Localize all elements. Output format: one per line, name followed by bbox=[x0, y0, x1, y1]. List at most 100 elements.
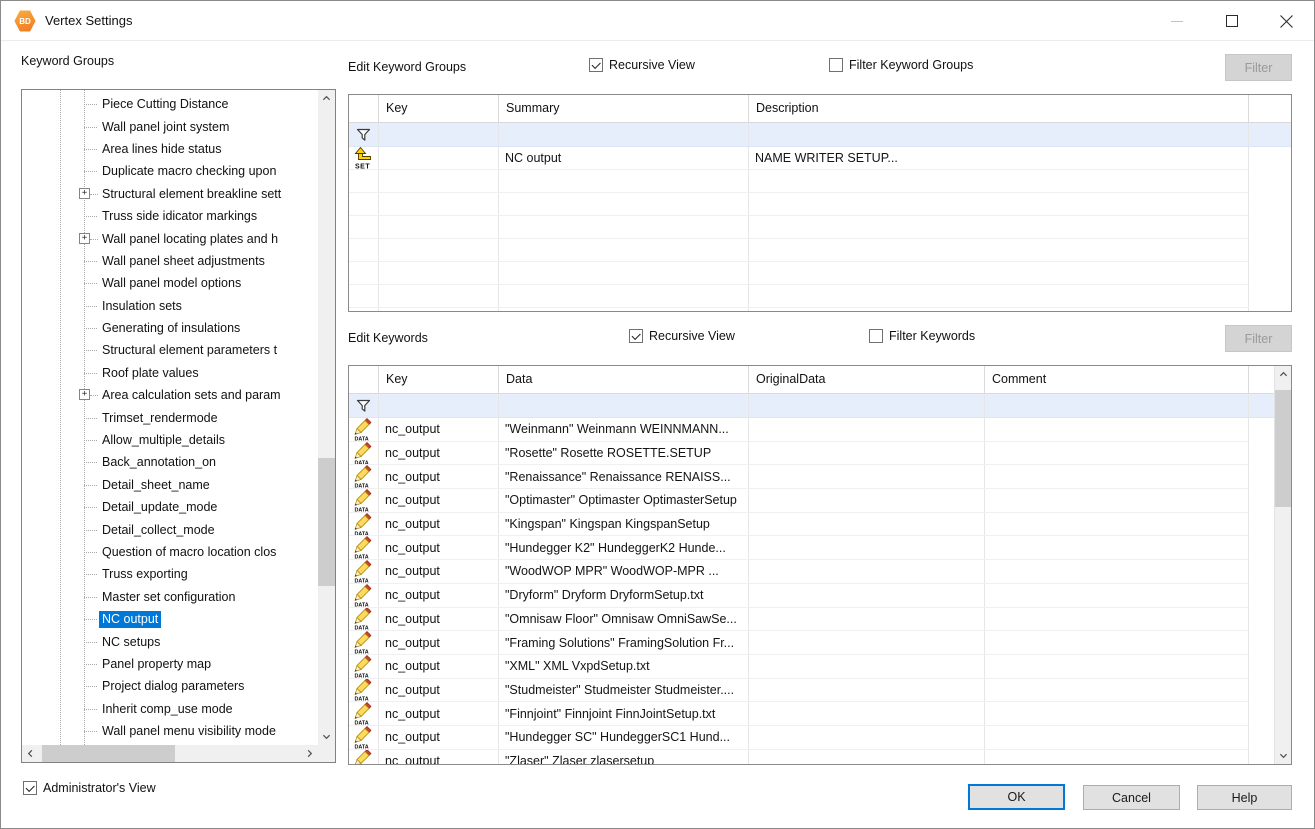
tree-item[interactable]: NC setups bbox=[22, 630, 318, 652]
table-row[interactable]: DATAnc_output"XML" XML VxpdSetup.txt bbox=[349, 655, 1249, 679]
scrollbar-thumb[interactable] bbox=[318, 458, 335, 586]
row-icon-cell bbox=[349, 123, 379, 146]
table-row[interactable]: DATAnc_output"WoodWOP MPR" WoodWOP-MPR .… bbox=[349, 560, 1249, 584]
tree-item[interactable]: Wall panel joint system bbox=[22, 115, 318, 137]
cancel-button[interactable]: Cancel bbox=[1083, 785, 1180, 810]
scroll-up-button[interactable] bbox=[1275, 366, 1292, 383]
tree-item[interactable]: Detail_collect_mode bbox=[22, 518, 318, 540]
filter-keywords-button[interactable]: Filter bbox=[1225, 325, 1292, 352]
cell-summary bbox=[499, 170, 749, 192]
checkbox-icon bbox=[869, 329, 883, 343]
tree-item[interactable]: NC output bbox=[22, 608, 318, 630]
cell-original_data bbox=[749, 394, 985, 417]
minimize-button[interactable] bbox=[1149, 1, 1204, 41]
recursive-view-groups-checkbox[interactable]: Recursive View bbox=[589, 58, 695, 72]
filter-keyword-groups-checkbox[interactable]: Filter Keyword Groups bbox=[829, 58, 973, 72]
tree-item[interactable]: Insulation sets bbox=[22, 295, 318, 317]
filter-row[interactable] bbox=[349, 123, 1291, 147]
table-row[interactable]: DATAnc_output"Renaissance" Renaissance R… bbox=[349, 465, 1249, 489]
table-row[interactable]: DATAnc_output"Studmeister" Studmeister S… bbox=[349, 679, 1249, 703]
tree-item[interactable]: Project dialog parameters bbox=[22, 675, 318, 697]
column-header-data[interactable]: Data bbox=[499, 366, 749, 394]
titlebar[interactable]: BD Vertex Settings bbox=[1, 1, 1314, 41]
recursive-view-keywords-checkbox[interactable]: Recursive View bbox=[629, 329, 735, 343]
column-header-summary[interactable]: Summary bbox=[499, 95, 749, 123]
scrollbar-thumb[interactable] bbox=[1275, 390, 1292, 507]
table-row[interactable]: DATAnc_output"Weinmann" Weinmann WEINNMA… bbox=[349, 418, 1249, 442]
edit-keyword-groups-label: Edit Keyword Groups bbox=[348, 60, 466, 74]
table-row[interactable]: DATAnc_output"Kingspan" Kingspan Kingspa… bbox=[349, 513, 1249, 537]
tree-item[interactable]: Question of macro location clos bbox=[22, 541, 318, 563]
tree-item[interactable]: Structural element parameters t bbox=[22, 339, 318, 361]
tree-item[interactable]: Wall panel menu visibility mode bbox=[22, 720, 318, 742]
filter-keywords-checkbox[interactable]: Filter Keywords bbox=[869, 329, 975, 343]
table-row[interactable]: DATAnc_output"Hundegger K2" HundeggerK2 … bbox=[349, 536, 1249, 560]
filter-row[interactable] bbox=[349, 394, 1274, 418]
table-row[interactable]: DATAnc_output"Zlaser" Zlaser zlasersetup bbox=[349, 750, 1249, 764]
table-row[interactable]: DATAnc_output"Finnjoint" Finnjoint FinnJ… bbox=[349, 702, 1249, 726]
tree-item[interactable]: Piece Cutting Distance bbox=[22, 93, 318, 115]
ok-button[interactable]: OK bbox=[968, 784, 1065, 810]
tree-item[interactable]: Panel property map bbox=[22, 653, 318, 675]
scroll-left-button[interactable] bbox=[22, 745, 39, 762]
table-row[interactable]: SETNC outputNAME WRITER SETUP... bbox=[349, 147, 1249, 170]
table-row[interactable]: DATAnc_output"Hundegger SC" HundeggerSC1… bbox=[349, 726, 1249, 750]
tree-item[interactable]: Wall panel locating plates and h bbox=[22, 227, 318, 249]
keywords-vertical-scrollbar[interactable] bbox=[1274, 366, 1291, 764]
expand-plus-icon[interactable] bbox=[79, 233, 90, 244]
column-header-description[interactable]: Description bbox=[749, 95, 1249, 123]
tree-item[interactable]: Area calculation sets and param bbox=[22, 384, 318, 406]
column-header-originaldata[interactable]: OriginalData bbox=[749, 366, 985, 394]
svg-text:DATA: DATA bbox=[354, 650, 368, 654]
tree-item[interactable]: Detail_update_mode bbox=[22, 496, 318, 518]
table-row[interactable]: DATAnc_output"Omnisaw Floor" Omnisaw Omn… bbox=[349, 608, 1249, 632]
tree-item[interactable]: Roof plate values bbox=[22, 362, 318, 384]
tree-horizontal-scrollbar[interactable] bbox=[22, 745, 318, 762]
tree-connector bbox=[84, 418, 97, 419]
tree-item[interactable]: Duplicate macro checking upon bbox=[22, 160, 318, 182]
scroll-down-button[interactable] bbox=[318, 728, 335, 745]
table-row[interactable]: DATAnc_output"Framing Solutions" Framing… bbox=[349, 631, 1249, 655]
cell-key bbox=[379, 239, 499, 261]
tree-item[interactable]: Trimset_rendermode bbox=[22, 406, 318, 428]
close-button[interactable] bbox=[1259, 1, 1314, 41]
cell-data bbox=[499, 394, 749, 417]
row-icon-cell bbox=[349, 308, 379, 311]
data-pencil-icon: DATA bbox=[354, 560, 374, 583]
table-row[interactable]: DATAnc_output"Dryform" Dryform DryformSe… bbox=[349, 584, 1249, 608]
cell-key bbox=[379, 394, 499, 417]
svg-text:DATA: DATA bbox=[354, 744, 368, 748]
tree-item[interactable]: Truss side idicator markings bbox=[22, 205, 318, 227]
tree-item[interactable]: Back_annotation_on bbox=[22, 451, 318, 473]
scroll-right-button[interactable] bbox=[301, 745, 318, 762]
window-controls bbox=[1149, 1, 1314, 41]
scroll-up-button[interactable] bbox=[318, 90, 335, 107]
tree-item[interactable]: Allow_multiple_details bbox=[22, 429, 318, 451]
administrators-view-checkbox[interactable]: Administrator's View bbox=[23, 781, 156, 795]
filter-groups-button[interactable]: Filter bbox=[1225, 54, 1292, 81]
help-button[interactable]: Help bbox=[1197, 785, 1292, 810]
scrollbar-thumb[interactable] bbox=[42, 745, 175, 762]
tree-item[interactable]: Wall panel model options bbox=[22, 272, 318, 294]
tree-item[interactable]: Inherit comp_use mode bbox=[22, 698, 318, 720]
tree-item[interactable]: Wall panel sheet adjustments bbox=[22, 250, 318, 272]
column-header-key[interactable]: Key bbox=[379, 366, 499, 394]
cell-description bbox=[749, 123, 1249, 146]
cell-key: nc_output bbox=[379, 679, 499, 702]
column-header-key[interactable]: Key bbox=[379, 95, 499, 123]
tree-item[interactable]: Structural element breakline sett bbox=[22, 183, 318, 205]
expand-plus-icon[interactable] bbox=[79, 389, 90, 400]
expand-plus-icon[interactable] bbox=[79, 188, 90, 199]
tree-item[interactable]: Generating of insulations bbox=[22, 317, 318, 339]
tree-item[interactable]: Area lines hide status bbox=[22, 138, 318, 160]
table-row[interactable]: DATAnc_output"Optimaster" Optimaster Opt… bbox=[349, 489, 1249, 513]
table-row[interactable]: DATAnc_output"Rosette" Rosette ROSETTE.S… bbox=[349, 442, 1249, 466]
tree-item[interactable]: Truss exporting bbox=[22, 563, 318, 585]
tree-item[interactable]: Detail_sheet_name bbox=[22, 474, 318, 496]
maximize-button[interactable] bbox=[1204, 1, 1259, 41]
edit-keywords-label: Edit Keywords bbox=[348, 331, 428, 345]
tree-item[interactable]: Master set configuration bbox=[22, 586, 318, 608]
tree-vertical-scrollbar[interactable] bbox=[318, 90, 335, 745]
scroll-down-button[interactable] bbox=[1275, 747, 1292, 764]
column-header-comment[interactable]: Comment bbox=[985, 366, 1249, 394]
